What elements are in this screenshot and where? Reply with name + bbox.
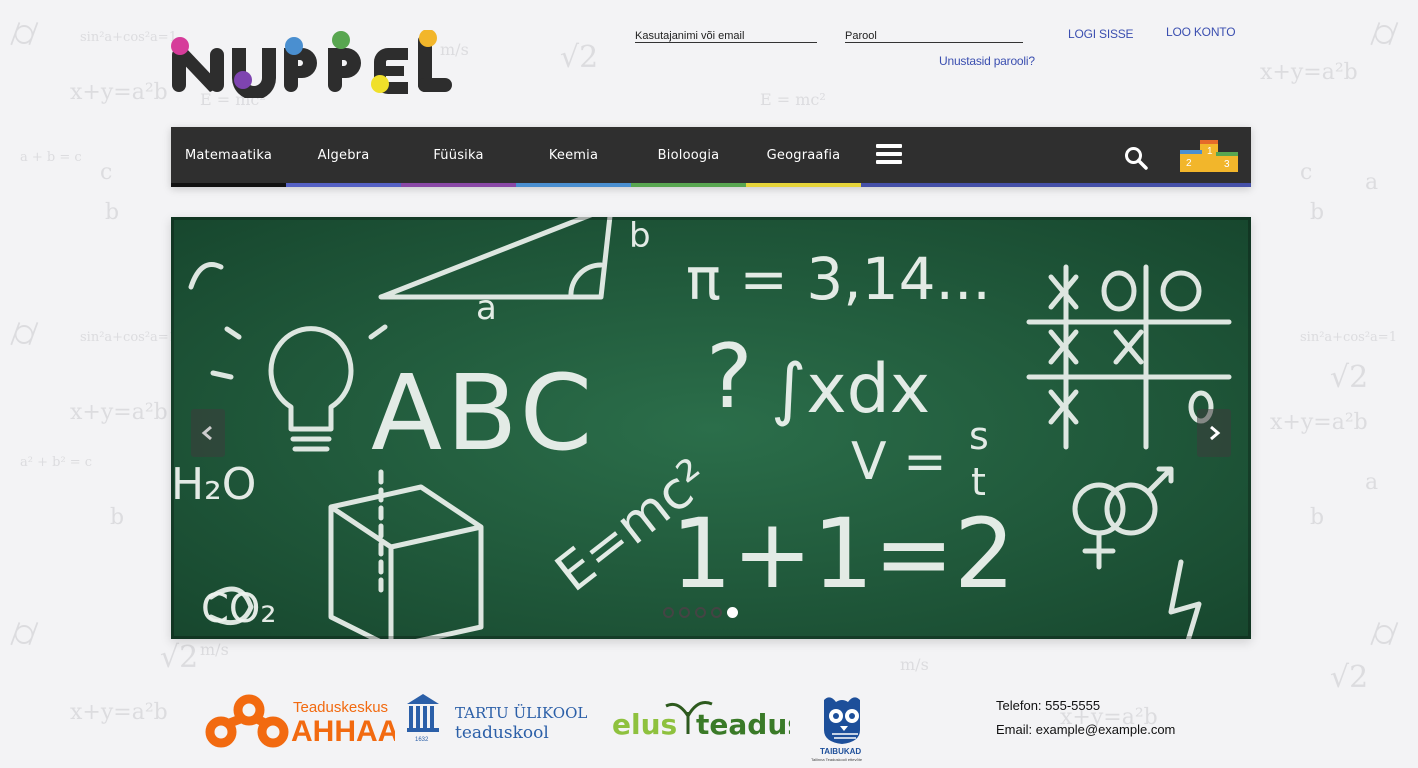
signup-button[interactable]: LOO KONTO <box>1166 25 1236 39</box>
nav-item-label: Bioloogia <box>657 148 720 163</box>
hero-slider: π = 3,14... ABC ? ∫xdx V = s t E=mc² 1+1… <box>171 217 1251 639</box>
login-button[interactable]: LOGI SISSE <box>1068 27 1134 41</box>
nav-item-label: Matemaatika <box>184 148 273 163</box>
slider-prev-button[interactable] <box>191 409 225 457</box>
nav-item-label: Füüsika <box>433 148 484 163</box>
partner-elusteadus-logo[interactable]: elus teadus <box>612 694 804 742</box>
chalk-b: b <box>629 217 651 256</box>
nav-item-geograafia[interactable]: Geograafia <box>746 127 861 187</box>
nav-bottom-bar <box>861 183 1251 187</box>
username-input[interactable] <box>635 30 817 42</box>
username-field-wrapper <box>635 26 817 43</box>
nav-color-bar <box>516 183 631 187</box>
partner-elus-name: elus <box>612 708 677 741</box>
chalk-h2o: H₂O <box>171 459 256 510</box>
slider-dot[interactable] <box>695 607 706 618</box>
nav-item-label: Geograafia <box>766 148 841 163</box>
partner-taibukad-sub: Tallinna Teaduskooli ettevõte <box>811 757 863 762</box>
slider-next-button[interactable] <box>1197 409 1231 457</box>
contact-email[interactable]: Email: example@example.com <box>996 722 1175 737</box>
nav-color-bar <box>286 183 401 187</box>
partner-taibukad-logo[interactable]: TAIBUKAD Tallinna Teaduskooli ettevõte <box>810 694 880 763</box>
forgot-password-link[interactable]: Unustasid parooli? <box>939 54 1035 68</box>
podium-number: 3 <box>1224 159 1230 170</box>
chalk-velocity: V = <box>851 432 947 492</box>
podium-number: 1 <box>1207 146 1213 157</box>
hamburger-icon[interactable] <box>876 144 902 168</box>
chalk-velocity-s: s <box>969 414 989 458</box>
chevron-right-icon <box>1210 425 1221 441</box>
partner-tartu-sub: teaduskool <box>455 723 549 743</box>
chalk-co2: CO₂ <box>201 586 276 632</box>
chalk-abc: ABC <box>371 352 596 474</box>
slider-dot[interactable] <box>679 607 690 618</box>
partner-ahhaa-logo[interactable]: Teaduskeskus AHHAA <box>205 692 399 750</box>
slider-pagination <box>663 605 743 621</box>
partner-tartu-logo[interactable]: 1632 TARTU ÜLIKOOL teaduskool <box>405 692 597 744</box>
slider-dot[interactable] <box>711 607 722 618</box>
partner-tartu-year: 1632 <box>415 737 429 743</box>
password-input[interactable] <box>845 30 1023 42</box>
search-icon[interactable] <box>1124 146 1148 170</box>
partner-tartu-name: TARTU ÜLIKOOL <box>455 704 587 722</box>
podium-number: 2 <box>1186 158 1192 169</box>
chalk-sum: 1+1=2 <box>671 498 1015 610</box>
partner-elus-sub: teadus <box>696 708 790 741</box>
chalkboard-image: π = 3,14... ABC ? ∫xdx V = s t E=mc² 1+1… <box>171 217 1251 639</box>
nav-item-fuusika[interactable]: Füüsika <box>401 127 516 187</box>
slider-dot[interactable] <box>663 607 674 618</box>
partner-ahhaa-name: Teaduskeskus <box>293 699 388 716</box>
nav-item-keemia[interactable]: Keemia <box>516 127 631 187</box>
partner-ahhaa-sub: AHHAA <box>291 715 395 748</box>
chevron-left-icon <box>201 425 212 441</box>
podium-icon[interactable]: 1 2 3 <box>1180 138 1238 172</box>
nav-item-label: Algebra <box>317 148 370 163</box>
chalk-a: a <box>476 288 497 328</box>
nav-item-label: Keemia <box>548 148 599 163</box>
subject-navbar: Matemaatika Algebra Füüsika Keemia Biolo… <box>171 127 1251 187</box>
nav-item-matemaatika[interactable]: Matemaatika <box>171 127 286 187</box>
nuppel-logo[interactable] <box>170 29 455 100</box>
password-field-wrapper <box>845 26 1023 43</box>
nav-color-bar <box>746 183 861 187</box>
chalk-integral: ∫xdx <box>771 350 930 429</box>
nav-item-algebra[interactable]: Algebra <box>286 127 401 187</box>
contact-phone: Telefon: 555-5555 <box>996 698 1101 713</box>
chalk-question: ? <box>706 325 753 428</box>
slider-dot[interactable] <box>727 607 738 618</box>
nav-color-bar <box>401 183 516 187</box>
nav-color-bar <box>171 183 286 187</box>
nav-item-bioloogia[interactable]: Bioloogia <box>631 127 746 187</box>
partner-taibukad-name: TAIBUKAD <box>820 747 861 756</box>
nav-color-bar <box>631 183 746 187</box>
chalk-pi: π = 3,14... <box>686 245 991 313</box>
